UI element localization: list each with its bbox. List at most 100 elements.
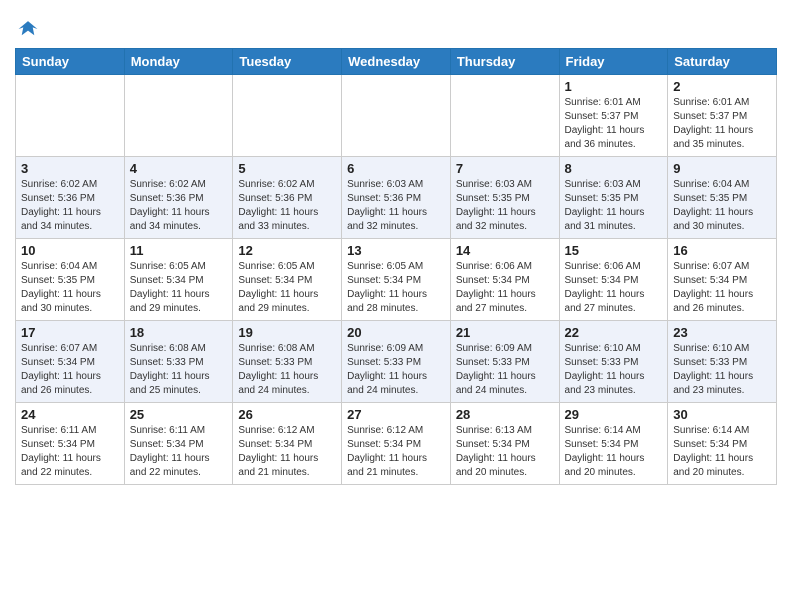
logo (15, 18, 39, 40)
calendar-cell (450, 75, 559, 157)
day-info: Sunrise: 6:10 AM Sunset: 5:33 PM Dayligh… (565, 342, 663, 398)
calendar-cell: 13Sunrise: 6:05 AM Sunset: 5:34 PM Dayli… (342, 239, 451, 321)
calendar-week-row: 3 Sunrise: 6:02 AM Sunset: 5:36 PM Daylig… (16, 157, 777, 239)
day-number: 7 (456, 161, 554, 176)
day-number: 1 (565, 79, 663, 94)
calendar-cell: 30Sunrise: 6:14 AM Sunset: 5:34 PM Dayli… (668, 403, 777, 485)
day-info: Sunrise: 6:07 AM Sunset: 5:34 PM Dayligh… (673, 260, 771, 316)
calendar-cell: 29Sunrise: 6:14 AM Sunset: 5:34 PM Dayli… (559, 403, 668, 485)
day-info: Sunrise: 6:06 AM Sunset: 5:34 PM Dayligh… (565, 260, 663, 316)
calendar-week-row: 17 Sunrise: 6:07 AM Sunset: 5:34 PM Dayli… (16, 321, 777, 403)
day-info: Sunrise: 6:04 AM Sunset: 5:35 PM Dayligh… (21, 260, 119, 316)
calendar-week-row: 24 Sunrise: 6:11 AM Sunset: 5:34 PM Dayli… (16, 403, 777, 485)
day-info: Sunrise: 6:02 AM Sunset: 5:36 PM Dayligh… (21, 178, 119, 234)
calendar-cell: 3 Sunrise: 6:02 AM Sunset: 5:36 PM Daylig… (16, 157, 125, 239)
calendar-cell: 8 Sunrise: 6:03 AM Sunset: 5:35 PM Daylig… (559, 157, 668, 239)
calendar-cell (124, 75, 233, 157)
calendar-cell: 19 Sunrise: 6:08 AM Sunset: 5:33 PM Dayli… (233, 321, 342, 403)
calendar-cell: 26Sunrise: 6:12 AM Sunset: 5:34 PM Dayli… (233, 403, 342, 485)
day-info: Sunrise: 6:14 AM Sunset: 5:34 PM Dayligh… (565, 424, 663, 480)
day-info: Sunrise: 6:03 AM Sunset: 5:35 PM Dayligh… (565, 178, 663, 234)
calendar-cell: 28 Sunrise: 6:13 AM Sunset: 5:34 PM Dayli… (450, 403, 559, 485)
day-info: Sunrise: 6:10 AM Sunset: 5:33 PM Dayligh… (673, 342, 771, 398)
day-info: Sunrise: 6:12 AM Sunset: 5:34 PM Dayligh… (238, 424, 336, 480)
calendar-cell: 22 Sunrise: 6:10 AM Sunset: 5:33 PM Dayli… (559, 321, 668, 403)
day-info: Sunrise: 6:01 AM Sunset: 5:37 PM Dayligh… (565, 96, 663, 152)
day-number: 19 (238, 325, 336, 340)
day-number: 28 (456, 407, 554, 422)
day-info: Sunrise: 6:03 AM Sunset: 5:35 PM Dayligh… (456, 178, 554, 234)
day-info: Sunrise: 6:11 AM Sunset: 5:34 PM Dayligh… (130, 424, 228, 480)
calendar-cell: 16 Sunrise: 6:07 AM Sunset: 5:34 PM Dayli… (668, 239, 777, 321)
calendar-cell: 21Sunrise: 6:09 AM Sunset: 5:33 PM Dayli… (450, 321, 559, 403)
day-info: Sunrise: 6:04 AM Sunset: 5:35 PM Dayligh… (673, 178, 771, 234)
calendar-cell (16, 75, 125, 157)
calendar-cell: 11 Sunrise: 6:05 AM Sunset: 5:34 PM Dayli… (124, 239, 233, 321)
day-info: Sunrise: 6:07 AM Sunset: 5:34 PM Dayligh… (21, 342, 119, 398)
calendar-cell: 7 Sunrise: 6:03 AM Sunset: 5:35 PM Daylig… (450, 157, 559, 239)
day-info: Sunrise: 6:13 AM Sunset: 5:34 PM Dayligh… (456, 424, 554, 480)
day-number: 3 (21, 161, 119, 176)
weekday-header-saturday: Saturday (668, 49, 777, 75)
day-number: 22 (565, 325, 663, 340)
day-info: Sunrise: 6:02 AM Sunset: 5:36 PM Dayligh… (130, 178, 228, 234)
day-info: Sunrise: 6:05 AM Sunset: 5:34 PM Dayligh… (130, 260, 228, 316)
day-info: Sunrise: 6:08 AM Sunset: 5:33 PM Dayligh… (130, 342, 228, 398)
weekday-header-thursday: Thursday (450, 49, 559, 75)
day-number: 10 (21, 243, 119, 258)
page: SundayMondayTuesdayWednesdayThursdayFrid… (0, 0, 792, 612)
day-number: 20 (347, 325, 445, 340)
calendar-cell: 10 Sunrise: 6:04 AM Sunset: 5:35 PM Dayli… (16, 239, 125, 321)
logo-bird-icon (17, 18, 39, 40)
weekday-header-monday: Monday (124, 49, 233, 75)
calendar-cell: 15 Sunrise: 6:06 AM Sunset: 5:34 PM Dayli… (559, 239, 668, 321)
day-number: 5 (238, 161, 336, 176)
day-number: 30 (673, 407, 771, 422)
day-number: 18 (130, 325, 228, 340)
calendar-cell: 27 Sunrise: 6:12 AM Sunset: 5:34 PM Dayli… (342, 403, 451, 485)
calendar-cell: 2Sunrise: 6:01 AM Sunset: 5:37 PM Daylig… (668, 75, 777, 157)
header (15, 10, 777, 40)
calendar-cell: 25 Sunrise: 6:11 AM Sunset: 5:34 PM Dayli… (124, 403, 233, 485)
calendar-cell: 4 Sunrise: 6:02 AM Sunset: 5:36 PM Daylig… (124, 157, 233, 239)
day-number: 11 (130, 243, 228, 258)
day-number: 12 (238, 243, 336, 258)
day-info: Sunrise: 6:05 AM Sunset: 5:34 PM Dayligh… (238, 260, 336, 316)
day-info: Sunrise: 6:11 AM Sunset: 5:34 PM Dayligh… (21, 424, 119, 480)
weekday-header-wednesday: Wednesday (342, 49, 451, 75)
calendar-cell: 5Sunrise: 6:02 AM Sunset: 5:36 PM Daylig… (233, 157, 342, 239)
day-number: 17 (21, 325, 119, 340)
calendar-week-row: 10 Sunrise: 6:04 AM Sunset: 5:35 PM Dayli… (16, 239, 777, 321)
day-number: 27 (347, 407, 445, 422)
calendar-cell (342, 75, 451, 157)
calendar-cell: 20 Sunrise: 6:09 AM Sunset: 5:33 PM Dayli… (342, 321, 451, 403)
day-number: 16 (673, 243, 771, 258)
calendar-cell (233, 75, 342, 157)
calendar-cell: 9Sunrise: 6:04 AM Sunset: 5:35 PM Daylig… (668, 157, 777, 239)
calendar-cell: 14Sunrise: 6:06 AM Sunset: 5:34 PM Dayli… (450, 239, 559, 321)
calendar-cell: 23 Sunrise: 6:10 AM Sunset: 5:33 PM Dayli… (668, 321, 777, 403)
day-number: 6 (347, 161, 445, 176)
day-number: 8 (565, 161, 663, 176)
calendar-table: SundayMondayTuesdayWednesdayThursdayFrid… (15, 48, 777, 485)
day-info: Sunrise: 6:09 AM Sunset: 5:33 PM Dayligh… (347, 342, 445, 398)
calendar-cell: 1 Sunrise: 6:01 AM Sunset: 5:37 PM Daylig… (559, 75, 668, 157)
calendar-cell: 17 Sunrise: 6:07 AM Sunset: 5:34 PM Dayli… (16, 321, 125, 403)
day-info: Sunrise: 6:01 AM Sunset: 5:37 PM Dayligh… (673, 96, 771, 152)
day-info: Sunrise: 6:08 AM Sunset: 5:33 PM Dayligh… (238, 342, 336, 398)
calendar-week-row: 1 Sunrise: 6:01 AM Sunset: 5:37 PM Daylig… (16, 75, 777, 157)
day-info: Sunrise: 6:12 AM Sunset: 5:34 PM Dayligh… (347, 424, 445, 480)
weekday-header-tuesday: Tuesday (233, 49, 342, 75)
day-info: Sunrise: 6:06 AM Sunset: 5:34 PM Dayligh… (456, 260, 554, 316)
day-number: 25 (130, 407, 228, 422)
day-info: Sunrise: 6:09 AM Sunset: 5:33 PM Dayligh… (456, 342, 554, 398)
calendar-cell: 24 Sunrise: 6:11 AM Sunset: 5:34 PM Dayli… (16, 403, 125, 485)
day-number: 4 (130, 161, 228, 176)
day-info: Sunrise: 6:05 AM Sunset: 5:34 PM Dayligh… (347, 260, 445, 316)
day-number: 15 (565, 243, 663, 258)
day-number: 24 (21, 407, 119, 422)
calendar-cell: 6 Sunrise: 6:03 AM Sunset: 5:36 PM Daylig… (342, 157, 451, 239)
day-number: 23 (673, 325, 771, 340)
day-info: Sunrise: 6:03 AM Sunset: 5:36 PM Dayligh… (347, 178, 445, 234)
calendar-cell: 18 Sunrise: 6:08 AM Sunset: 5:33 PM Dayli… (124, 321, 233, 403)
